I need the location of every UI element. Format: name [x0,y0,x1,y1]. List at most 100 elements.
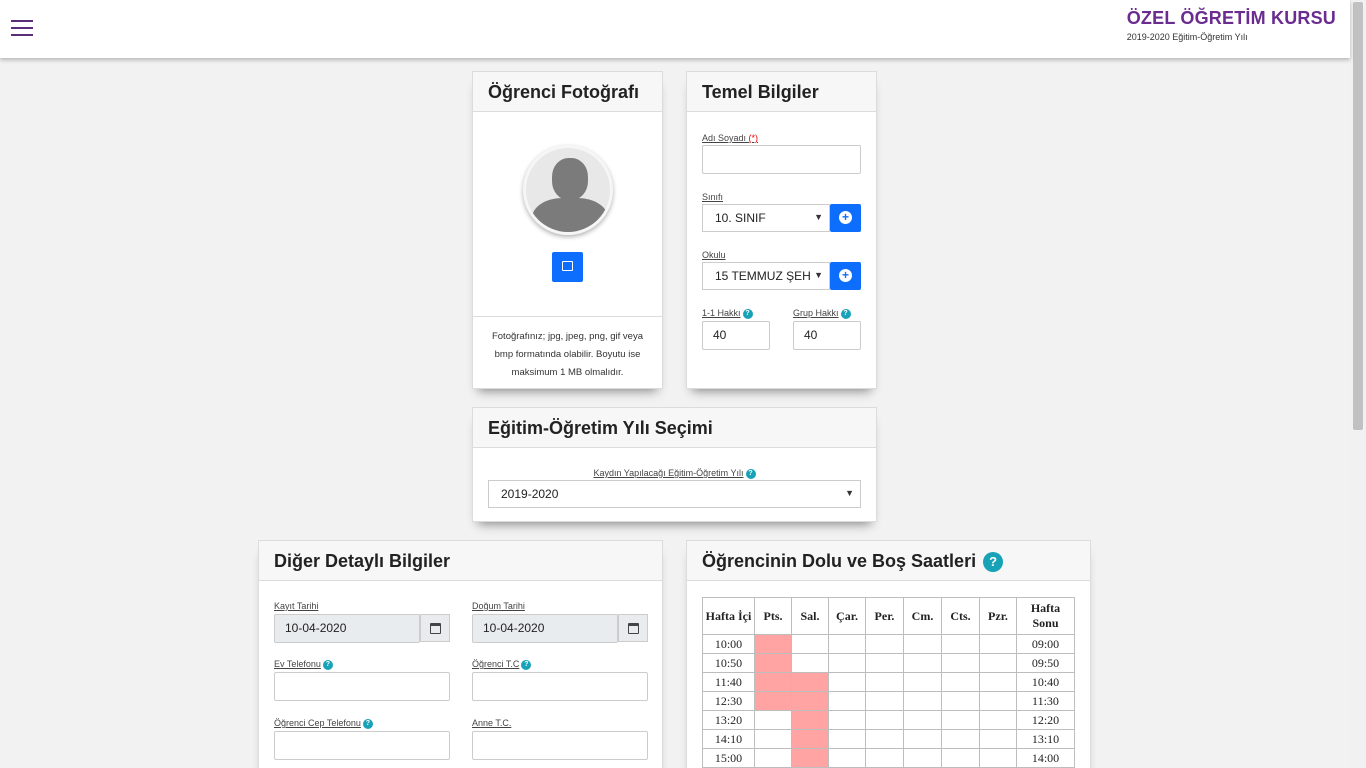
school-select[interactable]: 15 TEMMUZ ŞEH ▼ [702,262,830,290]
schedule-slot[interactable] [828,691,866,711]
calendar-icon [430,623,441,634]
help-icon[interactable]: ? [362,718,373,729]
schedule-slot[interactable] [754,672,792,692]
student-tc-input[interactable] [472,672,648,701]
weekday-time: 10:50 [702,653,755,673]
schedule-slot[interactable] [828,748,866,768]
details-title: Diğer Detaylı Bilgiler [259,541,662,581]
one-one-input[interactable]: 40 [702,321,770,350]
schedule-slot[interactable] [754,729,792,749]
schedule-slot[interactable] [941,672,980,692]
weekday-time: 15:00 [702,748,755,768]
schedule-slot[interactable] [865,634,904,654]
schedule-header-2: Sal. [791,597,829,635]
schedule-slot[interactable] [979,748,1017,768]
schedule-slot[interactable] [979,672,1017,692]
help-icon[interactable]: ? [745,468,756,479]
home-phone-input[interactable] [274,672,450,701]
schedule-slot[interactable] [754,634,792,654]
details-card: Diğer Detaylı Bilgiler Kayıt Tarihi 10-0… [258,540,663,768]
schedule-slot[interactable] [941,653,980,673]
schedule-slot[interactable] [979,710,1017,730]
schedule-slot[interactable] [903,634,942,654]
add-school-button[interactable]: + [830,262,861,290]
birth-date-input[interactable]: 10-04-2020 [472,614,618,643]
weekday-time: 13:20 [702,710,755,730]
schedule-slot[interactable] [791,691,829,711]
table-row: 11:40 10:40 [702,672,1075,692]
table-row: 10:50 09:50 [702,653,1075,673]
schedule-slot[interactable] [903,729,942,749]
schedule-slot[interactable] [828,653,866,673]
schedule-slot[interactable] [941,729,980,749]
schedule-slot[interactable] [791,748,829,768]
schedule-slot[interactable] [865,729,904,749]
image-icon [562,261,573,271]
schedule-header-6: Cts. [941,597,980,635]
name-input[interactable] [702,145,861,174]
schedule-header-1: Pts. [754,597,792,635]
schedule-slot[interactable] [828,729,866,749]
schedule-slot[interactable] [865,672,904,692]
schedule-table: Hafta İçi Pts. Sal. Çar. Per. Cm. Cts. Pzr. Haft… [702,597,1075,768]
schedule-slot[interactable] [791,634,829,654]
schedule-slot[interactable] [865,748,904,768]
schedule-slot[interactable] [979,634,1017,654]
schedule-slot[interactable] [941,748,980,768]
year-select[interactable]: 2019-2020 ▼ [488,480,861,508]
schedule-slot[interactable] [941,634,980,654]
schedule-slot[interactable] [979,653,1017,673]
schedule-slot[interactable] [903,672,942,692]
schedule-slot[interactable] [754,748,792,768]
one-one-label: 1-1 Hakkı? [702,308,753,319]
schedule-slot[interactable] [903,653,942,673]
schedule-slot[interactable] [903,691,942,711]
class-select[interactable]: 10. SINIF ▼ [702,204,830,232]
schedule-header-0: Hafta İçi [702,597,755,635]
registration-date-picker-button[interactable] [420,614,450,642]
schedule-slot[interactable] [865,653,904,673]
help-icon[interactable]: ? [983,552,1004,573]
schedule-slot[interactable] [865,710,904,730]
schedule-slot[interactable] [754,653,792,673]
schedule-header-3: Çar. [828,597,866,635]
schedule-slot[interactable] [865,691,904,711]
schedule-slot[interactable] [754,710,792,730]
schedule-slot[interactable] [828,672,866,692]
mother-tc-input[interactable] [472,731,648,760]
page-scrollbar[interactable] [1350,0,1366,768]
menu-icon[interactable] [11,20,33,38]
schedule-slot[interactable] [791,710,829,730]
schedule-slot[interactable] [979,729,1017,749]
schedule-slot[interactable] [941,710,980,730]
add-class-button[interactable]: + [830,204,861,232]
upload-photo-button[interactable] [552,252,583,282]
brand: ÖZEL ÖĞRETİM KURSU 2019-2020 Eğitim-Öğre… [1127,8,1336,42]
group-input[interactable]: 40 [793,321,861,350]
help-icon[interactable]: ? [840,308,851,319]
registration-date-input[interactable]: 10-04-2020 [274,614,420,643]
schedule-slot[interactable] [903,748,942,768]
schedule-header-5: Cm. [903,597,942,635]
schedule-slot[interactable] [903,710,942,730]
schedule-slot[interactable] [828,634,866,654]
weekday-time: 11:40 [702,672,755,692]
table-row: 10:00 09:00 [702,634,1075,654]
schedule-slot[interactable] [791,672,829,692]
weekday-time: 12:30 [702,691,755,711]
student-tc-label: Öğrenci T.C? [472,659,532,670]
mobile-phone-input[interactable] [274,731,450,760]
schedule-slot[interactable] [791,653,829,673]
help-icon[interactable]: ? [322,659,333,670]
schedule-slot[interactable] [754,691,792,711]
schedule-slot[interactable] [828,710,866,730]
help-icon[interactable]: ? [521,659,532,670]
scrollbar-thumb[interactable] [1353,2,1363,430]
schedule-slot[interactable] [979,691,1017,711]
birth-date-picker-button[interactable] [618,614,648,642]
help-icon[interactable]: ? [742,308,753,319]
school-label: Okulu [702,250,726,260]
schedule-slot[interactable] [941,691,980,711]
schedule-slot[interactable] [791,729,829,749]
weekend-time: 10:40 [1016,672,1075,692]
